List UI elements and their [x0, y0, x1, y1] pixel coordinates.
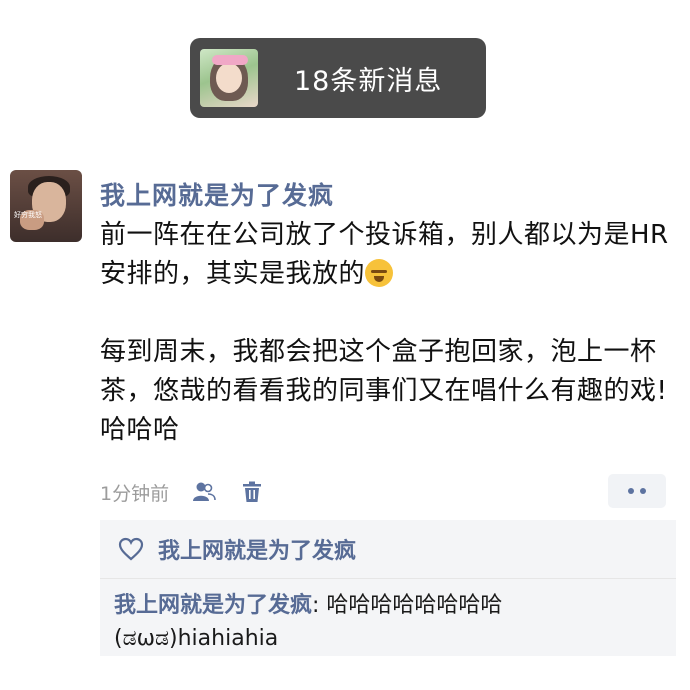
new-messages-notice[interactable]: 18条新消息 [190, 38, 486, 118]
post-meta: 1分钟前 [100, 474, 680, 510]
laughing-crying-emoji-icon [365, 259, 394, 287]
more-dots-icon [628, 488, 634, 494]
comment-item[interactable]: 我上网就是为了发疯: 哈哈哈哈哈哈哈哈(ಡωಡ)hiahiahia [100, 579, 676, 655]
avatar-caption: 好穷我怒 [14, 211, 42, 219]
post-time: 1分钟前 [100, 482, 170, 505]
liker-name[interactable]: 我上网就是为了发疯 [158, 533, 356, 565]
moments-feed: 18条新消息 好穷我怒 我上网就是为了发疯 前一阵在在公司放了个投诉箱，别人都以… [0, 0, 690, 690]
post-paragraph-2: 每到周末，我都会把这个盒子抱回家，泡上一杯茶，悠哉的看看我的同事们又在唱什么有趣… [100, 337, 668, 445]
trash-icon[interactable] [239, 479, 265, 505]
post-content: 前一阵在在公司放了个投诉箱，别人都以为是HR安排的，其实是我放的 每到周末，我都… [100, 216, 672, 450]
post-author-name[interactable]: 我上网就是为了发疯 [100, 176, 334, 212]
person-group-icon[interactable] [191, 479, 217, 505]
post-paragraph-1: 前一阵在在公司放了个投诉箱，别人都以为是HR安排的，其实是我放的 [100, 220, 669, 289]
heart-outline-icon [118, 537, 144, 561]
notice-avatar [200, 49, 258, 107]
comment-separator: : [312, 593, 327, 618]
new-messages-count: 18条新消息 [294, 65, 443, 97]
author-avatar[interactable]: 好穷我怒 [10, 170, 82, 242]
likes-comments-box: 我上网就是为了发疯 我上网就是为了发疯: 哈哈哈哈哈哈哈哈(ಡωಡ)hiahia… [100, 520, 676, 656]
comment-author[interactable]: 我上网就是为了发疯 [114, 593, 312, 618]
more-options-button[interactable] [608, 474, 666, 508]
likes-row: 我上网就是为了发疯 [100, 520, 676, 579]
